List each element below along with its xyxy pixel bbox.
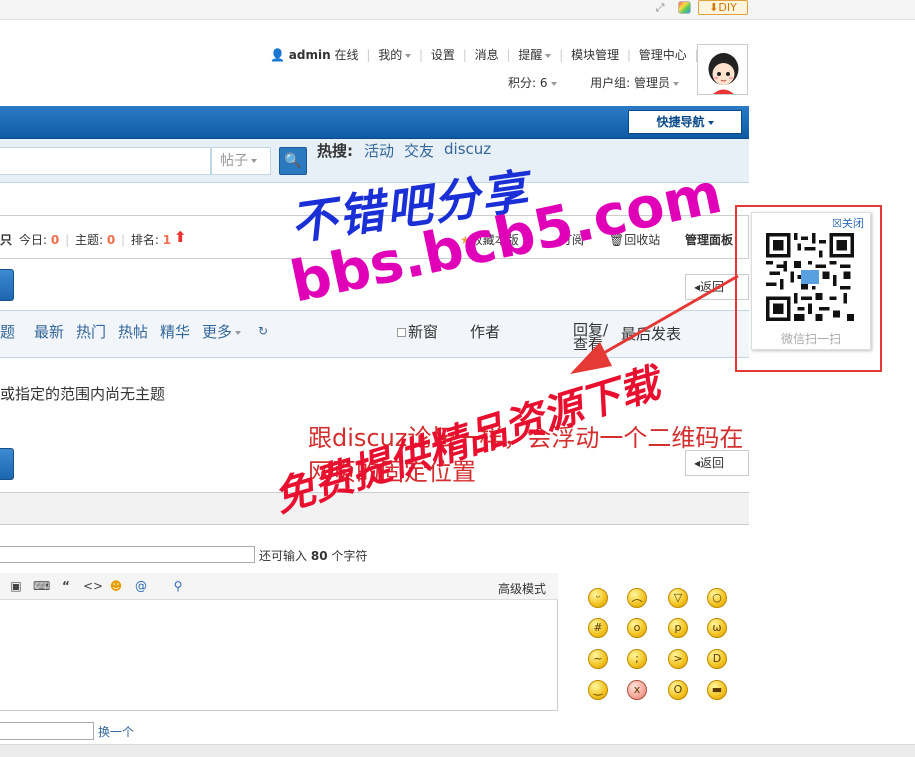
smiley-wink-icon[interactable]: ; [627,649,647,669]
chevron-down-icon [707,120,714,125]
my-menu[interactable]: 我的 [378,46,412,63]
link-icon[interactable]: ⚲ [170,578,186,594]
attachment-icon[interactable]: ⌨ [33,578,50,594]
top-toolbar [0,0,915,20]
quick-nav-button[interactable]: 快捷导航 [628,110,742,134]
image-icon[interactable]: ▣ [8,578,24,594]
online-status[interactable]: 在线 [334,46,358,63]
rank-up-arrow-icon: ⬆ [174,228,187,246]
credits-menu[interactable]: 积分: 6 [508,76,557,90]
smiley-cry-icon[interactable]: ○ [707,588,727,608]
download-arrow-icon: ⬇ [709,1,719,14]
settings-link[interactable]: 设置 [431,46,455,63]
smiley-angry-icon[interactable]: # [588,618,608,638]
smiley-grin-icon[interactable]: ▽ [668,588,688,608]
search-button[interactable]: 🔍 [279,147,307,175]
bottom-scroll-area [0,744,915,757]
new-post-button[interactable] [0,448,14,480]
fullscreen-icon[interactable]: ⤢ [653,1,667,15]
color-palette-icon[interactable] [678,1,691,14]
checkbox[interactable] [397,328,406,337]
filter-hot[interactable]: 热门 [76,321,106,342]
avatar-girl-icon [698,45,747,94]
smiley-sad-icon[interactable]: ︵ [627,588,647,608]
chevron-down-icon [405,53,412,58]
smiley-scream-icon[interactable]: O [668,680,688,700]
filter-more[interactable]: 更多 [202,321,242,342]
user-stats: 积分: 6 用户组: 管理员 [508,74,680,91]
smiley-happy-icon[interactable]: ‿ [588,680,608,700]
empty-message: 或指定的范围内尚无主题 [0,385,166,403]
code-icon[interactable]: <> [83,578,103,594]
separator: | [419,48,424,62]
chevron-down-icon [251,159,257,163]
user-bar: 👤 admin 在线 | 我的 | 设置 | 消息 | 提醒 | 模块管理 | … [270,46,731,62]
user-icon: 👤 [270,48,285,62]
new-window-toggle[interactable]: 新窗 [397,321,438,342]
username-link[interactable]: admin [289,48,331,62]
forum-stats: 今日: 0 | 主题: 0 | 排名: 1 [19,233,172,247]
at-icon[interactable]: @ [133,578,149,594]
filter-fragment[interactable]: 题 [0,321,15,342]
smiley-blush-icon[interactable]: x [627,680,647,700]
smiley-smile-icon[interactable]: ᵕ [588,588,608,608]
filter-digest[interactable]: 精华 [160,321,190,342]
advanced-mode-link[interactable]: 高级模式 [498,580,546,597]
security-code-input[interactable] [0,722,94,740]
author-column: 作者 [470,323,501,341]
smiley-shocked-icon[interactable]: o [627,618,647,638]
reminders-menu[interactable]: 提醒 [518,46,552,63]
smiley-sweat-icon[interactable]: > [668,649,688,669]
usergroup-menu[interactable]: 用户组: 管理员 [590,76,680,90]
hot-link[interactable]: 交友 [404,140,434,161]
separator: | [366,48,371,62]
quick-reply-header [0,492,749,525]
quote-icon[interactable]: “ [58,578,74,594]
diy-button[interactable]: ⬇DIY [698,0,748,15]
filter-latest[interactable]: 最新 [34,321,64,342]
annotation-highlight-box [735,205,882,372]
chevron-down-icon [550,81,557,86]
subject-hint: 还可输入 80 个字符 [259,549,368,563]
smiley-tongue-icon[interactable]: p [668,618,688,638]
admin-center-link[interactable]: 管理中心 [639,46,687,63]
search-input[interactable] [0,147,211,175]
separator: | [462,48,467,62]
separator: | [506,48,511,62]
smiley-think-icon[interactable]: ~ [588,649,608,669]
smiley-cool-icon[interactable]: ▬ [707,680,727,700]
separator: | [626,48,631,62]
avatar[interactable] [697,44,748,95]
messages-link[interactable]: 消息 [475,46,499,63]
module-manage-link[interactable]: 模块管理 [571,46,619,63]
refresh-icon[interactable]: ↻ [258,324,268,338]
chevron-down-icon [545,53,552,58]
forum-name-fragment: 只 [0,233,13,247]
search-type-select[interactable]: 帖子 [211,147,271,175]
change-code-link[interactable]: 换一个 [98,723,134,740]
new-post-button[interactable] [0,269,14,301]
smiley-icon[interactable]: ☻ [108,578,124,594]
smiley-shy-icon[interactable]: ω [707,618,727,638]
chevron-down-icon [235,330,242,335]
filter-hot-threads[interactable]: 热帖 [118,321,148,342]
chevron-down-icon [673,81,680,86]
search-icon: 🔍 [284,153,302,169]
admin-panel-link[interactable]: 管理面板 [685,231,733,248]
hot-search-label: 热搜: [317,142,353,160]
smiley-laugh-icon[interactable]: D [707,649,727,669]
subject-input[interactable] [0,546,255,563]
hot-link[interactable]: 活动 [364,140,394,161]
separator: | [559,48,564,62]
back-button[interactable]: ◂返回 [685,450,749,476]
hot-link[interactable]: discuz [444,140,491,158]
